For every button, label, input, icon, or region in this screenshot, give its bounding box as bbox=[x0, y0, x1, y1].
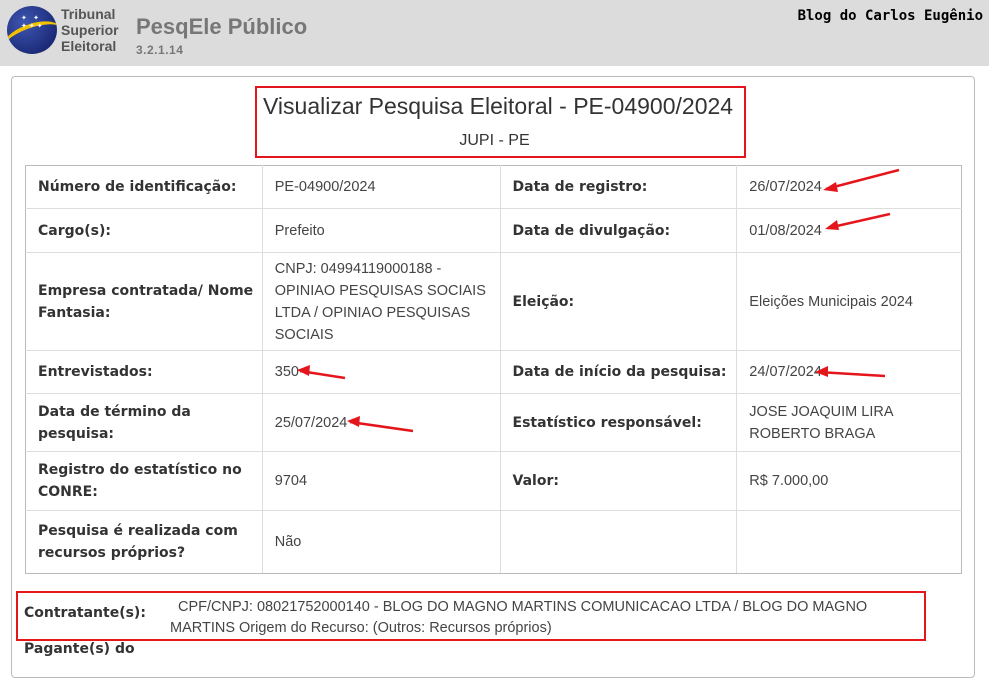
label-registro-conre: Registro do estatístico no CONRE: bbox=[25, 451, 263, 511]
table-row: Registro do estatístico no CONRE: 9704 V… bbox=[25, 451, 962, 511]
label-empresa-contratada: Empresa contratada/ Nome Fantasia: bbox=[25, 252, 263, 351]
value-valor: R$ 7.000,00 bbox=[736, 451, 962, 511]
value-empresa-contratada: CNPJ: 04994119000188 - OPINIAO PESQUISAS… bbox=[261, 252, 501, 351]
logo-line-3: Eleitoral bbox=[61, 38, 117, 54]
label-valor: Valor: bbox=[499, 451, 738, 511]
blog-watermark: Blog do Carlos Eugênio bbox=[797, 8, 983, 24]
table-row: Pesquisa é realizada com recursos própri… bbox=[25, 510, 962, 574]
value-eleicao: Eleições Municipais 2024 bbox=[736, 252, 962, 351]
value-data-registro: 26/07/2024 bbox=[736, 165, 962, 209]
app-title[interactable]: PesqEle Público bbox=[136, 14, 307, 40]
logo-line-2: Superior bbox=[61, 22, 119, 38]
label-data-registro: Data de registro: bbox=[499, 165, 738, 209]
value-recursos-proprios: Não bbox=[261, 510, 501, 574]
tse-logo-text: Tribunal Superior Eleitoral bbox=[61, 6, 119, 54]
label-estatistico: Estatístico responsável: bbox=[499, 393, 738, 452]
label-data-termino: Data de término da pesquisa: bbox=[25, 393, 263, 452]
value-entrevistados: 350 bbox=[261, 350, 501, 394]
tse-logo-icon: ✦ ✦ ✦✦✦ bbox=[7, 6, 57, 54]
table-row: Número de identificação: PE-04900/2024 D… bbox=[25, 165, 962, 209]
value-estatistico: JOSE JOAQUIM LIRA ROBERTO BRAGA bbox=[736, 393, 962, 452]
value-contratantes: CPF/CNPJ: 08021752000140 - BLOG DO MAGNO… bbox=[170, 599, 868, 636]
label-numero-identificacao: Número de identificação: bbox=[25, 165, 263, 209]
value-data-inicio: 24/07/2024 bbox=[736, 350, 962, 394]
label-cargos: Cargo(s): bbox=[25, 208, 263, 253]
page-title: Visualizar Pesquisa Eleitoral - PE-04900… bbox=[263, 93, 734, 119]
label-contratantes: Contratante(s): bbox=[24, 605, 146, 621]
table-row: Cargo(s): Prefeito Data de divulgação: 0… bbox=[25, 208, 962, 253]
label-entrevistados: Entrevistados: bbox=[25, 350, 263, 394]
page-subtitle: JUPI - PE bbox=[459, 132, 530, 149]
table-row: Entrevistados: 350 Data de início da pes… bbox=[25, 350, 962, 394]
table-row: Empresa contratada/ Nome Fantasia: CNPJ:… bbox=[25, 252, 962, 351]
value-data-termino: 25/07/2024 bbox=[261, 393, 501, 452]
value-data-divulgacao: 01/08/2024 bbox=[736, 208, 962, 253]
app-header: ✦ ✦ ✦✦✦ Tribunal Superior Eleitoral PesqE… bbox=[0, 0, 989, 66]
label-pagantes: Pagante(s) do bbox=[24, 641, 135, 657]
label-data-inicio: Data de início da pesquisa: bbox=[499, 350, 738, 394]
app-version: 3.2.1.14 bbox=[136, 43, 184, 57]
table-row: Data de término da pesquisa: 25/07/2024 … bbox=[25, 393, 962, 452]
empty-cell bbox=[499, 510, 738, 574]
survey-details-table: Número de identificação: PE-04900/2024 D… bbox=[25, 165, 962, 574]
value-numero-identificacao: PE-04900/2024 bbox=[261, 165, 501, 209]
label-recursos-proprios: Pesquisa é realizada com recursos própri… bbox=[25, 510, 263, 574]
empty-cell bbox=[736, 510, 962, 574]
label-data-divulgacao: Data de divulgação: bbox=[499, 208, 738, 253]
value-cargos: Prefeito bbox=[261, 208, 501, 253]
label-eleicao: Eleição: bbox=[499, 252, 738, 351]
value-registro-conre: 9704 bbox=[261, 451, 501, 511]
logo-line-1: Tribunal bbox=[61, 6, 116, 22]
